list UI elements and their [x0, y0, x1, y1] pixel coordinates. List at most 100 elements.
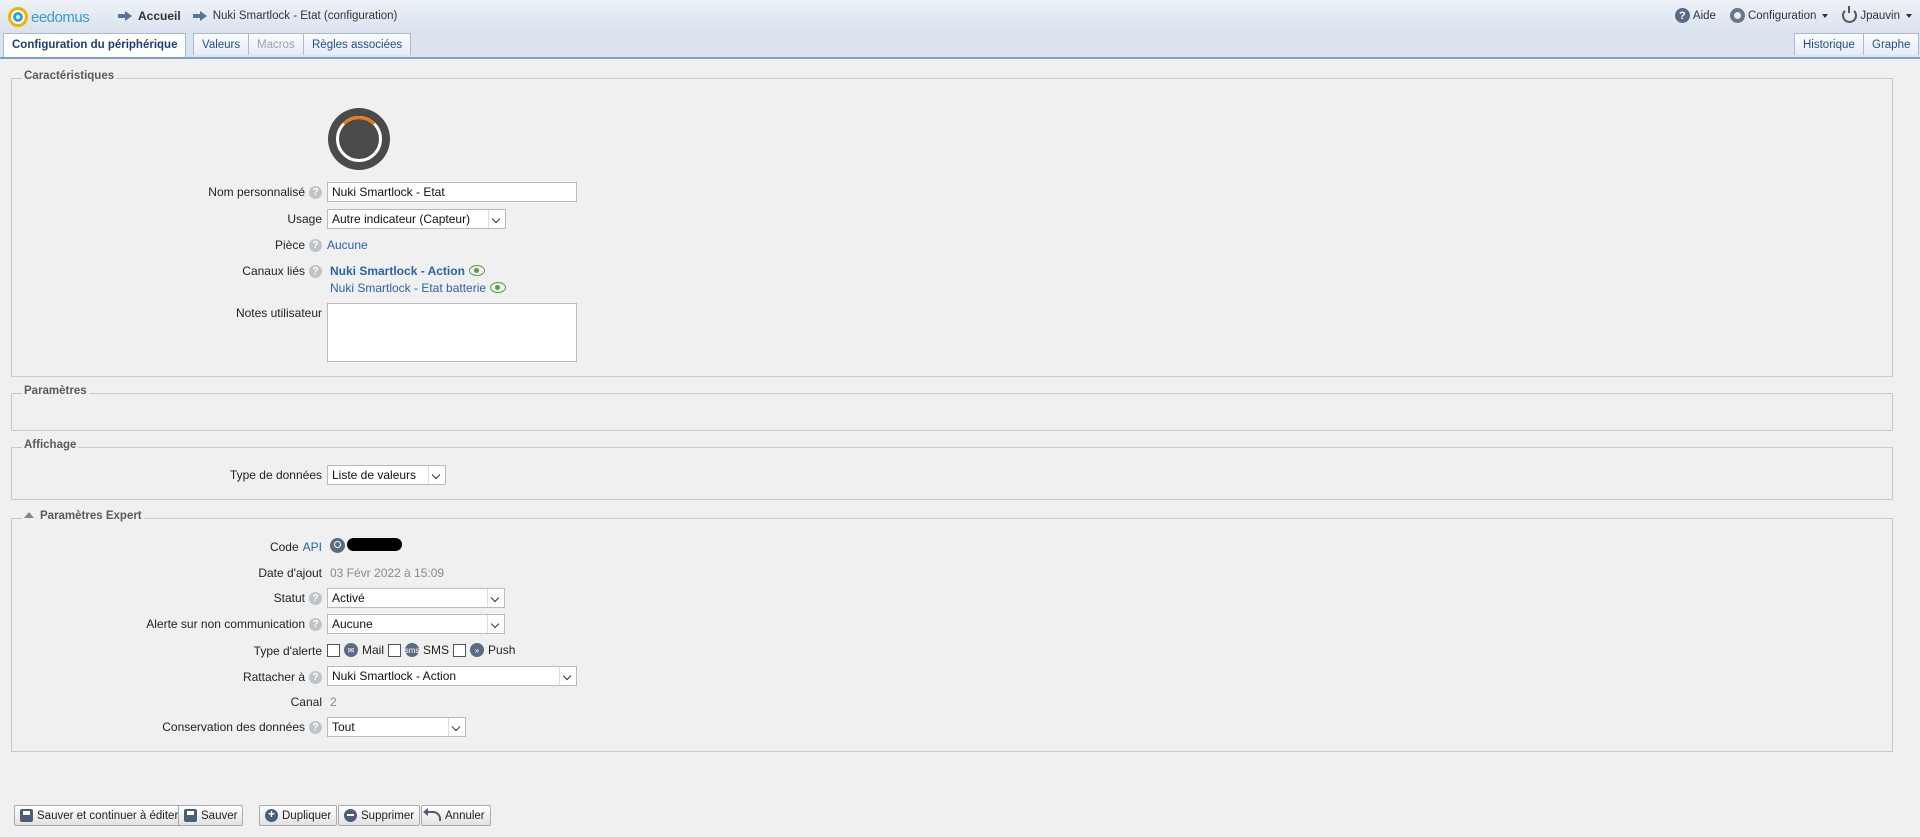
piece-label-text: Pièce [274, 238, 305, 252]
usage-select[interactable]: Autre indicateur (Capteur) [327, 209, 506, 229]
sms-checkbox[interactable] [388, 643, 402, 657]
rattacher-value: Nuki Smartlock - Action [332, 669, 457, 683]
notes-textarea[interactable] [327, 303, 577, 362]
code-label: Code API [270, 540, 322, 554]
help-label: Aide [1692, 9, 1716, 22]
chevron-down-icon [487, 589, 504, 607]
piece-link[interactable]: Aucune [327, 238, 368, 252]
mail-icon: ✉ [344, 643, 358, 657]
save-button[interactable]: Sauver [178, 805, 244, 826]
eye-icon[interactable] [468, 265, 485, 276]
top-bar: eedomus Accueil Nuki Smartlock - Etat (c… [0, 0, 1920, 34]
tab-graphe[interactable]: Graphe [1863, 33, 1920, 55]
eye-icon[interactable] [490, 282, 507, 293]
alerte-value: Aucune [332, 617, 373, 631]
date-label-text: Date d'ajout [258, 566, 322, 580]
legend-parametres: Paramètres [22, 385, 89, 397]
type-donnees-label-text: Type de données [229, 468, 322, 482]
type-donnees-label: Type de données [230, 468, 322, 482]
piece-label: Pièce ? [275, 238, 322, 252]
canal-link[interactable]: Nuki Smartlock - Action [330, 264, 465, 278]
tab-regles[interactable]: Règles associées [303, 33, 412, 55]
save-icon [184, 809, 197, 822]
help-icon: ? [1674, 8, 1690, 23]
duplicate-label: Dupliquer [282, 809, 332, 822]
type-donnees-value: Liste de valeurs [332, 468, 417, 482]
sms-icon: sms [405, 643, 419, 657]
type-alerte-label: Type d'alerte [254, 644, 322, 658]
save-continue-button[interactable]: Sauver et continuer à éditer [14, 805, 185, 826]
chevron-down-icon [448, 718, 465, 736]
rattacher-select[interactable]: Nuki Smartlock - Action [327, 666, 577, 686]
tab-valeurs[interactable]: Valeurs [193, 33, 250, 55]
nom-label: Nom personnalisé ? [208, 185, 322, 199]
statut-label: Statut ? [274, 591, 322, 605]
chevron-down-icon [559, 667, 576, 685]
date-value: 03 Févr 2022 à 15:09 [330, 566, 445, 580]
nom-label-text: Nom personnalisé [208, 185, 305, 199]
chevron-down-icon [428, 466, 445, 484]
fieldset-caracteristiques: Caractéristiques [11, 70, 1893, 377]
user-label: Jpauvin [1860, 9, 1900, 22]
mail-label: Mail [362, 643, 385, 657]
alert-types: ✉ Mail sms SMS » Push [327, 643, 515, 657]
legend-affichage: Affichage [22, 439, 79, 451]
caret-down-icon [1822, 13, 1829, 18]
eedomus-logo[interactable]: eedomus [8, 7, 90, 27]
canal-link[interactable]: Nuki Smartlock - Etat batterie [330, 281, 486, 295]
usage-label: Usage [287, 212, 322, 226]
date-label: Date d'ajout [258, 566, 322, 580]
cancel-button[interactable]: Annuler [421, 805, 491, 826]
notes-label-text: Notes utilisateur [235, 306, 322, 320]
help-icon[interactable]: ? [309, 185, 322, 199]
undo-icon [423, 807, 441, 821]
help-icon[interactable]: ? [309, 238, 322, 252]
nom-input[interactable]: Nuki Smartlock - Etat [327, 182, 577, 202]
alerte-label: Alerte sur non communication ? [146, 617, 322, 631]
conservation-label: Conservation des données ? [162, 720, 322, 734]
alerte-label-text: Alerte sur non communication [146, 617, 305, 631]
caret-down-icon [1906, 13, 1912, 18]
canaux-label-text: Canaux liés [242, 264, 305, 278]
help-icon[interactable]: ? [309, 591, 322, 605]
tab-configuration[interactable]: Configuration du périphérique [3, 33, 187, 57]
configuration-label: Configuration [1747, 9, 1817, 22]
help-icon[interactable]: ? [309, 670, 322, 684]
usage-value: Autre indicateur (Capteur) [332, 212, 471, 226]
configuration-menu[interactable]: Configuration [1729, 8, 1829, 23]
breadcrumb-current: Nuki Smartlock - Etat (configuration) [212, 10, 398, 22]
save-label: Sauver [201, 809, 238, 822]
redacted-code [347, 538, 402, 551]
delete-label: Supprimer [361, 809, 415, 822]
statut-select[interactable]: Activé [327, 588, 505, 608]
alerte-select[interactable]: Aucune [327, 614, 505, 634]
lock-device-icon [328, 108, 390, 170]
delete-button[interactable]: Supprimer [338, 805, 421, 826]
help-icon[interactable]: ? [309, 720, 322, 734]
breadcrumb-home[interactable]: Accueil [138, 9, 181, 23]
minus-icon [344, 809, 357, 822]
help-icon[interactable]: ? [309, 264, 322, 278]
arrow-right-icon [192, 11, 207, 21]
code-label-text: Code [269, 540, 299, 554]
key-icon[interactable] [330, 538, 345, 553]
help-link[interactable]: ? Aide [1674, 8, 1716, 23]
breadcrumb: Accueil Nuki Smartlock - Etat (configura… [118, 9, 397, 23]
conservation-select[interactable]: Tout [327, 717, 466, 737]
legend-expert[interactable]: Paramètres Expert [22, 510, 144, 522]
canaux-label: Canaux liés ? [242, 264, 322, 278]
legend-caracteristiques: Caractéristiques [22, 70, 117, 82]
tab-historique[interactable]: Historique [1794, 33, 1864, 55]
duplicate-button[interactable]: Dupliquer [259, 805, 338, 826]
chevron-down-icon [487, 615, 504, 633]
save-continue-label: Sauver et continuer à éditer [37, 809, 179, 822]
user-menu[interactable]: Jpauvin [1842, 6, 1912, 23]
collapse-triangle-icon [24, 512, 34, 518]
mail-checkbox[interactable] [327, 643, 340, 657]
api-link[interactable]: API [303, 540, 322, 554]
push-checkbox[interactable] [453, 643, 467, 657]
sms-label: SMS [423, 643, 450, 657]
type-donnees-select[interactable]: Liste de valeurs [327, 465, 446, 485]
type-alerte-label-text: Type d'alerte [253, 644, 322, 658]
help-icon[interactable]: ? [309, 617, 322, 631]
